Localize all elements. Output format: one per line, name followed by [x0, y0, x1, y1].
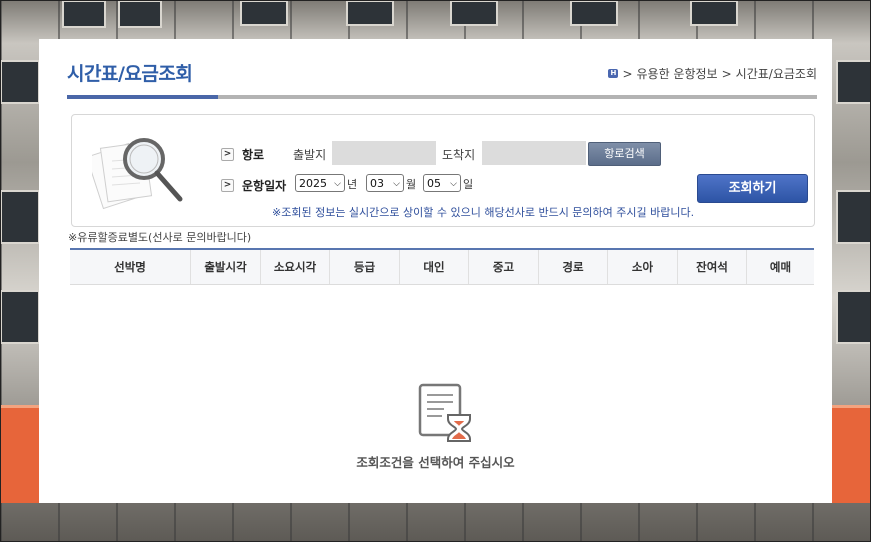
column-header: 소요시각 [261, 250, 330, 284]
chevron-right-icon: > [221, 148, 234, 161]
notice-text: ※조회된 정보는 실시간으로 상이할 수 있으니 해당선사로 반드시 문의하여 … [272, 206, 695, 219]
main-panel: 시간표/요금조회 H > 유용한 운항정보 > 시간표/요금조회 > 항로 출발… [39, 39, 832, 503]
arrival-label: 도착지 [442, 148, 476, 162]
chevron-right-icon: > [221, 179, 234, 192]
title-underline [67, 95, 817, 99]
column-header: 중고 [469, 250, 539, 284]
column-header: 잔여석 [678, 250, 747, 284]
magnifier-document-icon [92, 138, 183, 210]
column-header: 경로 [539, 250, 608, 284]
departure-label: 출발지 [293, 148, 327, 162]
day-unit: 일 [463, 178, 474, 191]
schedule-table-header: 선박명 출발시각 소요시각 등급 대인 중고 경로 소아 잔여석 예매 [70, 248, 814, 285]
search-form: > 항로 출발지 도착지 항로검색 > 운항일자 2025 ⌵ 년 03 ⌵ 월 0… [71, 114, 815, 227]
column-header: 소아 [608, 250, 678, 284]
route-search-button[interactable]: 항로검색 [588, 142, 661, 166]
breadcrumb-separator-icon: > [622, 66, 633, 81]
page-title: 시간표/요금조회 [67, 63, 193, 85]
breadcrumb-separator-icon: > [721, 66, 732, 81]
breadcrumb-item[interactable]: 유용한 운항정보 [637, 65, 718, 82]
chevron-down-icon: ⌵ [393, 179, 400, 189]
year-unit: 년 [347, 178, 358, 191]
departure-input[interactable] [332, 141, 436, 165]
chevron-down-icon: ⌵ [450, 179, 457, 189]
breadcrumb-item[interactable]: 시간표/요금조회 [736, 65, 817, 82]
hourglass-document-icon [418, 383, 471, 442]
column-header: 선박명 [70, 250, 191, 284]
arrival-input[interactable] [482, 141, 586, 165]
lifeboat-right [832, 405, 871, 503]
column-header: 출발시각 [191, 250, 261, 284]
fuel-surcharge-note: ※유류할증료별도(선사로 문의바랍니다) [68, 231, 252, 244]
breadcrumb: H > 유용한 운항정보 > 시간표/요금조회 [608, 65, 817, 82]
column-header: 등급 [330, 250, 400, 284]
chevron-down-icon: ⌵ [334, 179, 341, 189]
column-header: 대인 [400, 250, 469, 284]
day-select[interactable]: 05 ⌵ [423, 174, 461, 192]
month-select[interactable]: 03 ⌵ [366, 174, 404, 192]
year-select[interactable]: 2025 ⌵ [295, 174, 345, 192]
home-icon[interactable]: H [608, 69, 619, 78]
month-unit: 월 [406, 178, 417, 191]
route-row-label: > 항로 [221, 146, 264, 163]
column-header: 예매 [769, 260, 792, 274]
date-row-label: > 운항일자 [221, 177, 286, 194]
search-button[interactable]: 조회하기 [697, 174, 808, 203]
empty-state-message: 조회조건을 선택하여 주십시오 [356, 455, 515, 470]
